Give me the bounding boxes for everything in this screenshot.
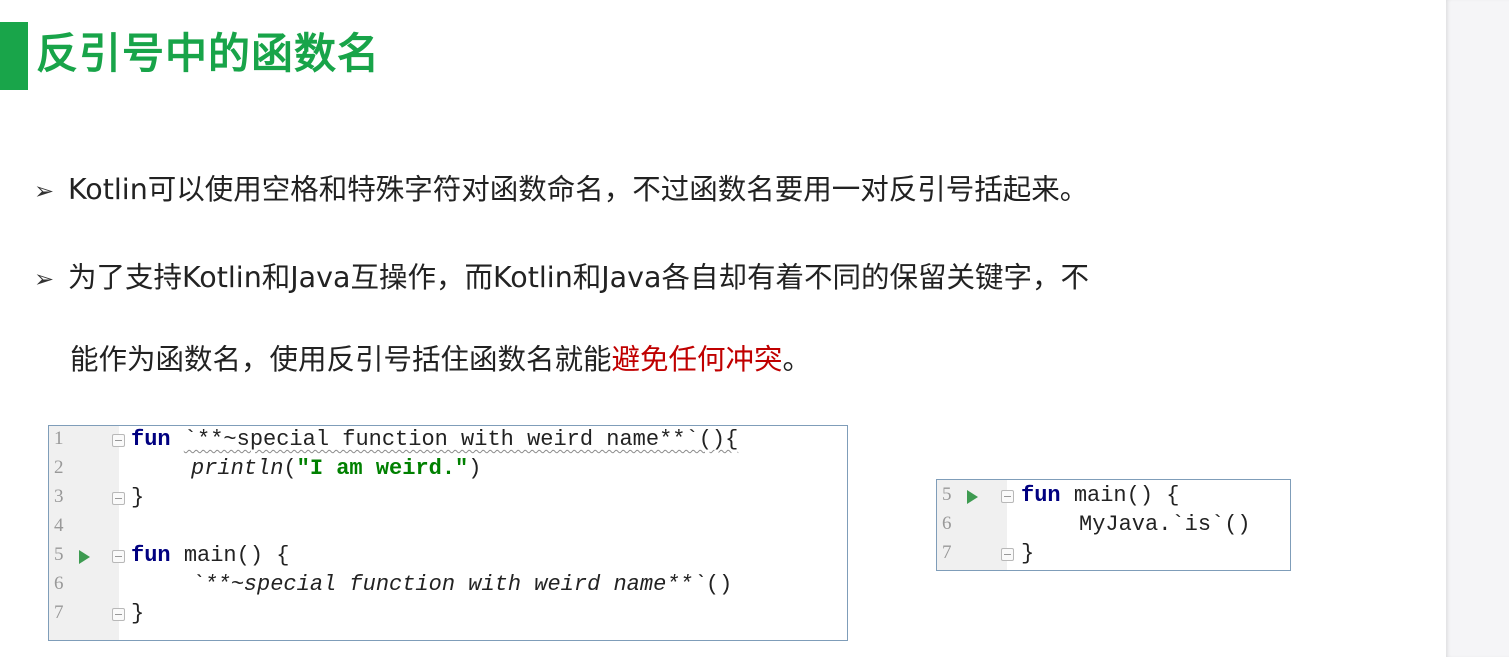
code-line: 3 } (49, 484, 847, 513)
code-text: () (705, 572, 733, 597)
code-line: 6 MyJava.`is`() (937, 511, 1290, 540)
keyword: fun (131, 427, 171, 452)
code-text: } (1021, 541, 1035, 566)
function-call: `**~special function with weird name**` (191, 572, 706, 597)
highlight-text: 避免任何冲突 (611, 343, 783, 376)
code-line: 1 fun `**~special function with weird na… (49, 426, 847, 455)
bullet-1: ➢ Kotlin可以使用空格和特殊字符对函数命名，不过函数名要用一对反引号括起来。 (34, 170, 1088, 211)
function-call: println (191, 456, 284, 481)
continuation-end: 。 (782, 343, 812, 376)
bullet-2: ➢ 为了支持Kotlin和Java互操作，而Kotlin和Java各自却有着不同的… (34, 258, 1089, 299)
code-line: 7 } (49, 600, 847, 629)
fold-icon[interactable] (112, 434, 125, 447)
line-number: 1 (54, 428, 64, 449)
fold-icon[interactable] (112, 550, 125, 563)
keyword: fun (131, 543, 171, 568)
line-number: 7 (942, 542, 952, 563)
fold-icon[interactable] (112, 492, 125, 505)
bullet-1-text: Kotlin可以使用空格和特殊字符对函数命名，不过函数名要用一对反引号括起来。 (68, 173, 1089, 206)
code-text: main() { (1073, 483, 1180, 508)
right-panel (1446, 0, 1509, 657)
code-text: MyJava.`is`() (1079, 512, 1251, 537)
keyword: fun (1021, 483, 1061, 508)
code-line: 7 } (937, 540, 1290, 569)
code-text: `**~special function with weird name**`(… (183, 427, 739, 452)
code-text: main() { (183, 543, 290, 568)
run-icon[interactable] (79, 550, 90, 564)
line-number: 5 (54, 544, 64, 565)
slide: 反引号中的函数名 ➢ Kotlin可以使用空格和特殊字符对函数命名，不过函数名要用… (0, 0, 1446, 657)
code-block-1: 1 fun `**~special function with weird na… (48, 425, 848, 641)
slide-title: 反引号中的函数名 (36, 29, 381, 78)
paren: ( (283, 456, 297, 481)
fold-icon[interactable] (112, 608, 125, 621)
code-line: 5 fun main() { (49, 542, 847, 571)
run-icon[interactable] (967, 490, 978, 504)
bullet-2-continuation: 能作为函数名，使用反引号括住函数名就能避免任何冲突。 (70, 340, 811, 380)
line-number: 3 (54, 486, 64, 507)
line-number: 6 (942, 513, 952, 534)
line-number: 6 (54, 573, 64, 594)
bullet-arrow-icon: ➢ (34, 265, 55, 293)
bullet-arrow-icon: ➢ (34, 177, 55, 205)
code-line: 4 (49, 513, 847, 542)
line-number: 4 (54, 515, 64, 536)
line-number: 5 (942, 484, 952, 505)
line-number: 2 (54, 457, 64, 478)
code-line: 2 println("I am weird.") (49, 455, 847, 484)
code-line: 6 `**~special function with weird name**… (49, 571, 847, 600)
title-accent-bar (0, 22, 28, 90)
string-literal: "I am weird." (296, 456, 469, 481)
line-number: 7 (54, 602, 64, 623)
code-text: } (131, 485, 145, 510)
code-text: } (131, 601, 145, 626)
paren: ) (468, 456, 482, 481)
bullet-2-text: 为了支持Kotlin和Java互操作，而Kotlin和Java各自却有着不同的保… (68, 261, 1089, 294)
code-line: 5 fun main() { (937, 482, 1290, 511)
fold-icon[interactable] (1001, 548, 1014, 561)
continuation-text: 能作为函数名，使用反引号括住函数名就能 (70, 343, 612, 376)
fold-icon[interactable] (1001, 490, 1014, 503)
code-block-2: 5 fun main() { 6 MyJava.`is`() 7 } (936, 479, 1291, 571)
